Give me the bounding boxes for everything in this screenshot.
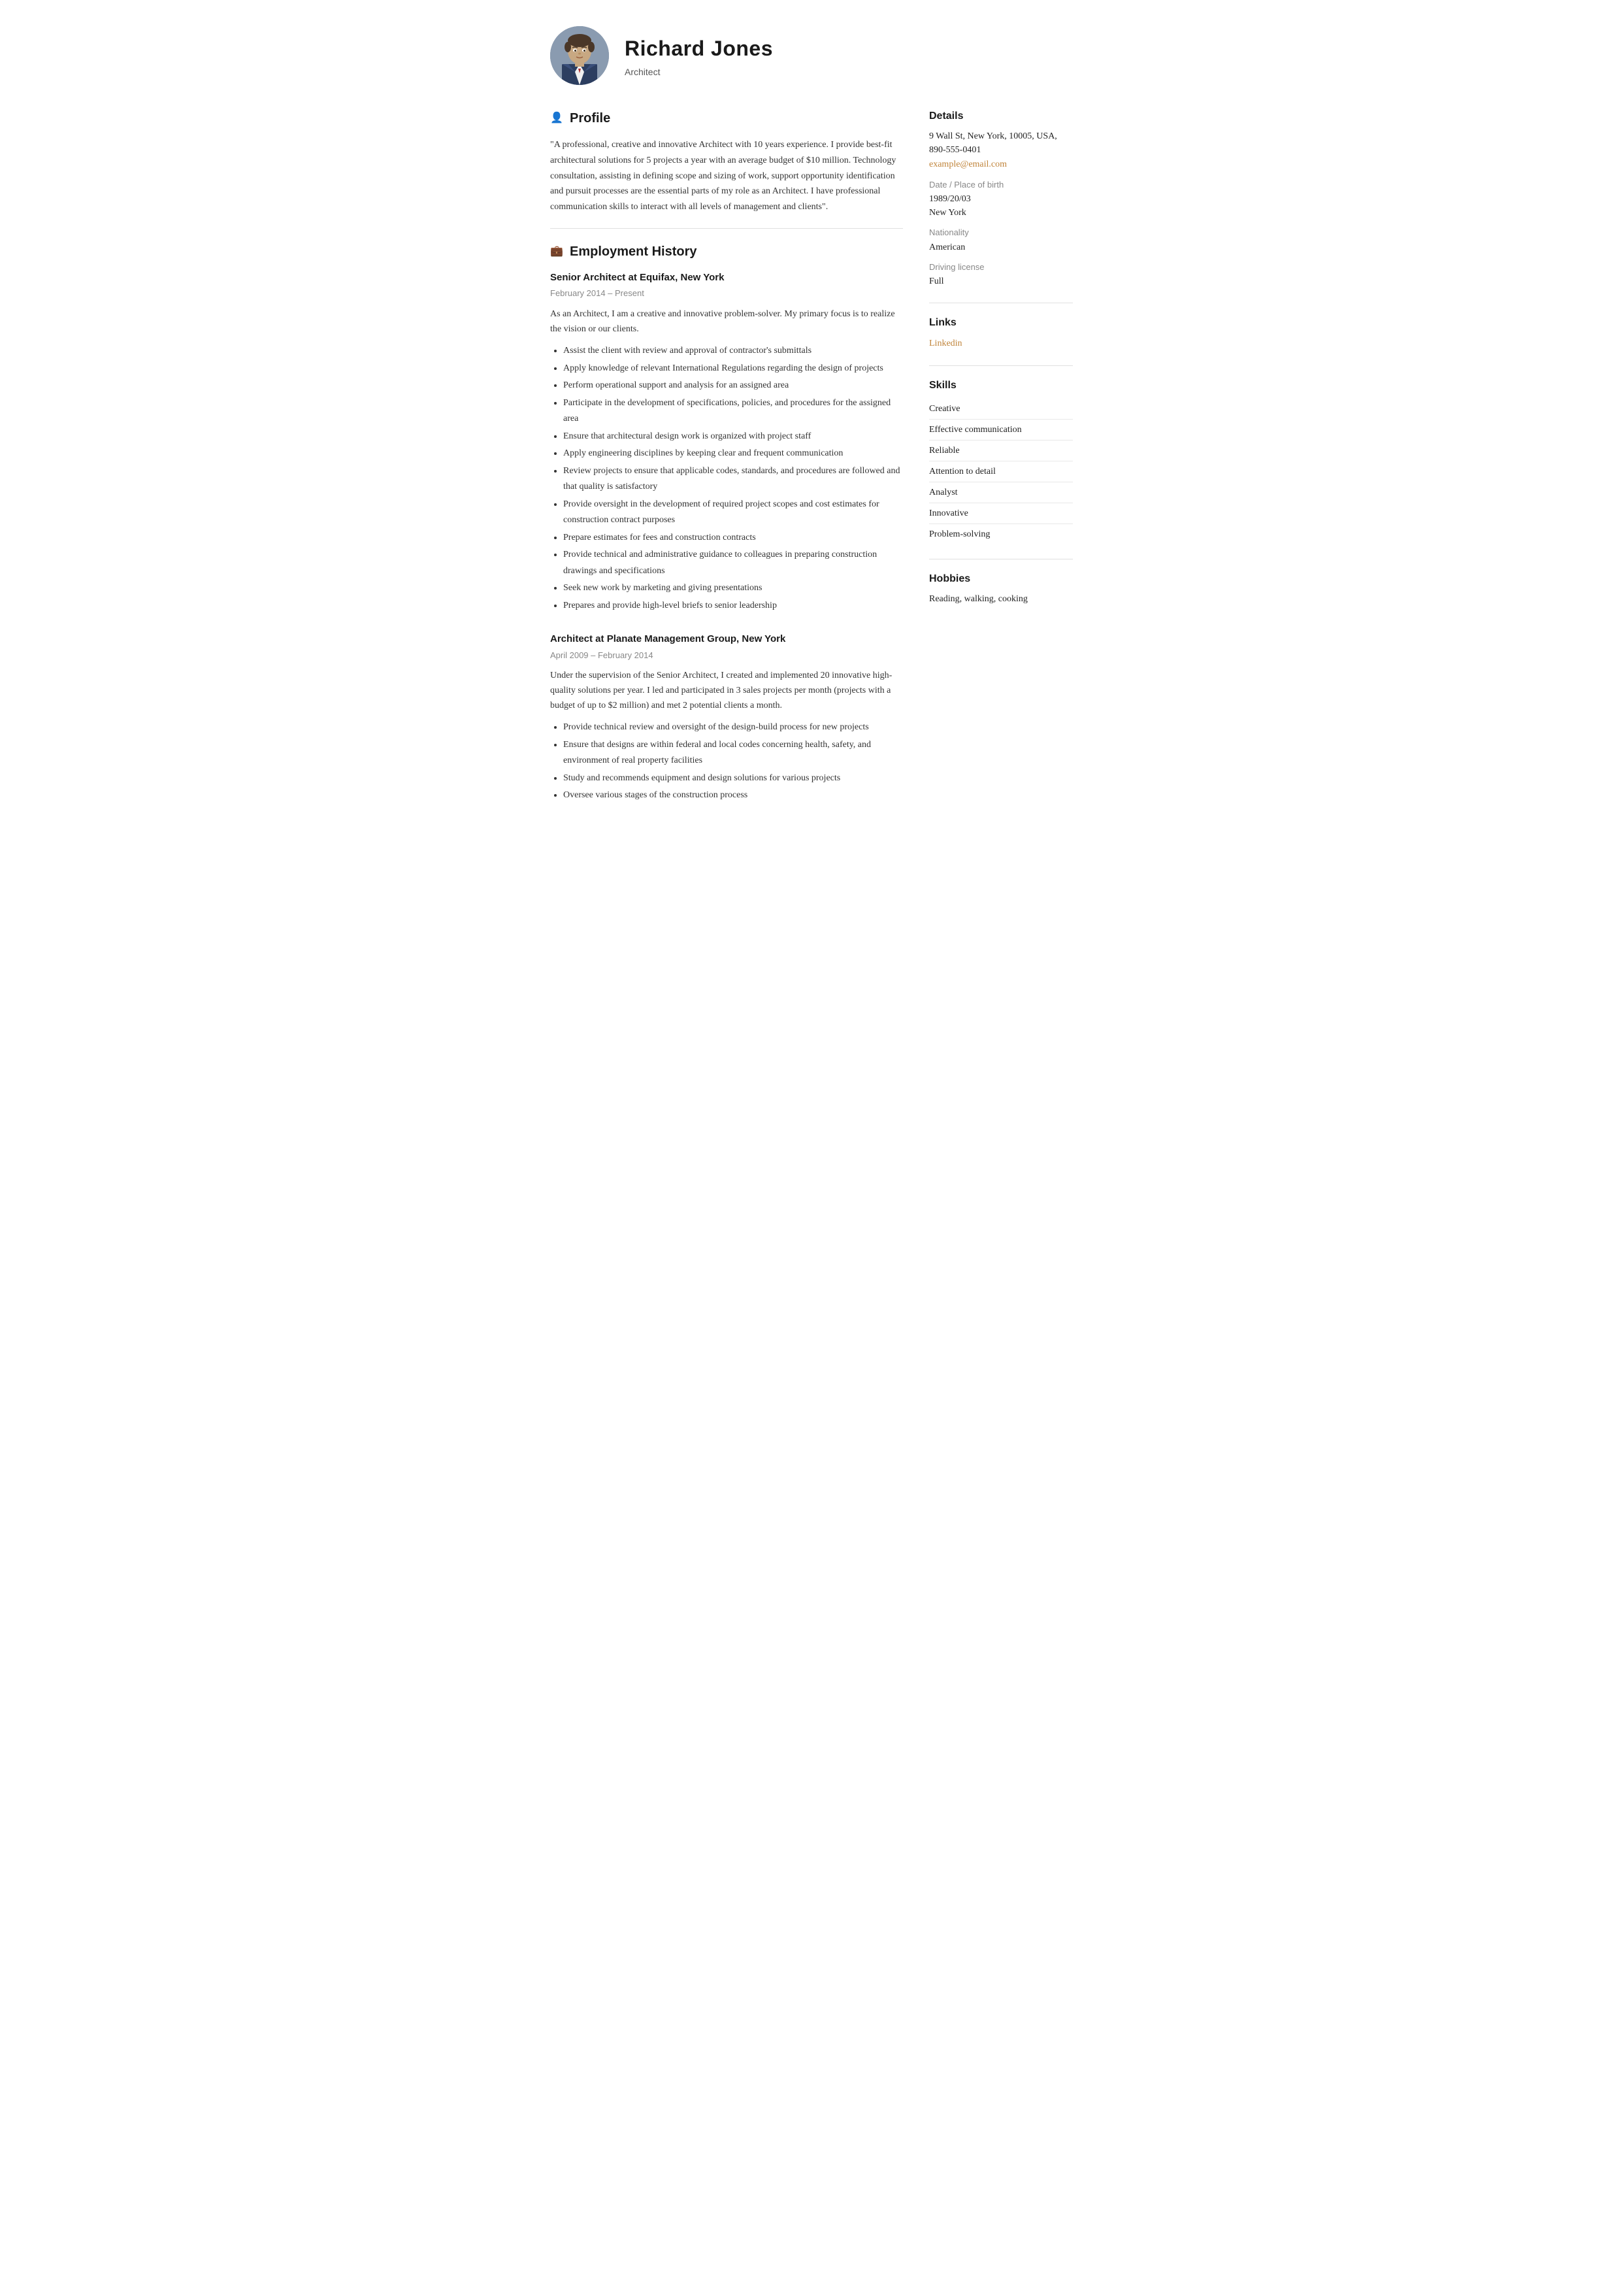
phone: 890-555-0401: [929, 143, 1073, 157]
job-1-bullets: Assist the client with review and approv…: [550, 343, 903, 614]
profile-section-header: 👤 Profile: [550, 108, 903, 128]
nationality: American: [929, 241, 1073, 254]
resume-page: Richard Jones Architect 👤 Profile "A pro…: [517, 0, 1106, 861]
birthplace: New York: [929, 206, 1073, 220]
details-section: Details 9 Wall St, New York, 10005, USA,…: [929, 108, 1073, 288]
bullet-item: Apply knowledge of relevant Internationa…: [563, 361, 903, 377]
avatar: [550, 26, 609, 85]
driving: Full: [929, 275, 1073, 288]
address: 9 Wall St, New York, 10005, USA,: [929, 129, 1073, 143]
skill-item: Attention to detail: [929, 461, 1073, 482]
bullet-item: Seek new work by marketing and giving pr…: [563, 580, 903, 597]
job-2-desc: Under the supervision of the Senior Arch…: [550, 668, 903, 713]
job-1: Senior Architect at Equifax, New York Fe…: [550, 271, 903, 614]
dob: 1989/20/03: [929, 192, 1073, 206]
skill-item: Creative: [929, 399, 1073, 420]
bullet-item: Apply engineering disciplines by keeping…: [563, 446, 903, 462]
job-2-dates: April 2009 – February 2014: [550, 649, 903, 662]
right-column: Details 9 Wall St, New York, 10005, USA,…: [929, 108, 1073, 822]
hobbies-section: Hobbies Reading, walking, cooking: [929, 571, 1073, 606]
left-column: 👤 Profile "A professional, creative and …: [550, 108, 903, 822]
bullet-item: Participate in the development of specif…: [563, 395, 903, 427]
job-2-bullets: Provide technical review and oversight o…: [550, 720, 903, 804]
bullet-item: Ensure that architectural design work is…: [563, 429, 903, 445]
bullet-item: Study and recommends equipment and desig…: [563, 771, 903, 787]
profile-text: "A professional, creative and innovative…: [550, 137, 903, 215]
bullet-item: Provide technical review and oversight o…: [563, 720, 903, 736]
bullet-item: Provide technical and administrative gui…: [563, 547, 903, 579]
employment-section-header: 💼 Employment History: [550, 242, 903, 261]
details-heading: Details: [929, 108, 1073, 124]
dob-label: Date / Place of birth: [929, 178, 1073, 191]
skill-item: Reliable: [929, 441, 1073, 461]
skills-heading: Skills: [929, 378, 1073, 393]
skill-item: Effective communication: [929, 420, 1073, 441]
bullet-item: Review projects to ensure that applicabl…: [563, 463, 903, 495]
bullet-item: Oversee various stages of the constructi…: [563, 788, 903, 804]
job-1-title: Senior Architect at Equifax, New York: [550, 271, 903, 286]
divider-1: [550, 228, 903, 229]
two-col-layout: 👤 Profile "A professional, creative and …: [550, 108, 1073, 822]
skills-section: Skills Creative Effective communication …: [929, 378, 1073, 544]
skill-item: Innovative: [929, 503, 1073, 524]
skill-item: Analyst: [929, 482, 1073, 503]
job-2: Architect at Planate Management Group, N…: [550, 632, 903, 804]
bullet-item: Ensure that designs are within federal a…: [563, 737, 903, 769]
hobbies-text: Reading, walking, cooking: [929, 592, 1073, 606]
linkedin-link[interactable]: Linkedin: [929, 339, 962, 348]
profile-icon: 👤: [550, 112, 563, 125]
bullet-item: Prepare estimates for fees and construct…: [563, 530, 903, 546]
job-1-dates: February 2014 – Present: [550, 287, 903, 300]
job-1-desc: As an Architect, I am a creative and inn…: [550, 307, 903, 337]
bullet-item: Assist the client with review and approv…: [563, 343, 903, 359]
email[interactable]: example@email.com: [929, 159, 1007, 169]
full-name: Richard Jones: [625, 33, 773, 64]
bullet-item: Prepares and provide high-level briefs t…: [563, 598, 903, 614]
header: Richard Jones Architect: [550, 26, 1073, 85]
hobbies-heading: Hobbies: [929, 571, 1073, 587]
job-title-header: Architect: [625, 65, 773, 79]
nationality-label: Nationality: [929, 226, 1073, 239]
header-info: Richard Jones Architect: [625, 33, 773, 79]
driving-label: Driving license: [929, 261, 1073, 274]
job-2-title: Architect at Planate Management Group, N…: [550, 632, 903, 647]
bullet-item: Perform operational support and analysis…: [563, 378, 903, 394]
employment-heading: Employment History: [570, 242, 697, 261]
bullet-item: Provide oversight in the development of …: [563, 497, 903, 529]
right-divider-2: [929, 365, 1073, 366]
profile-heading: Profile: [570, 108, 610, 128]
skill-item: Problem-solving: [929, 524, 1073, 544]
links-heading: Links: [929, 315, 1073, 331]
links-section: Links Linkedin: [929, 315, 1073, 351]
employment-icon: 💼: [550, 245, 563, 258]
